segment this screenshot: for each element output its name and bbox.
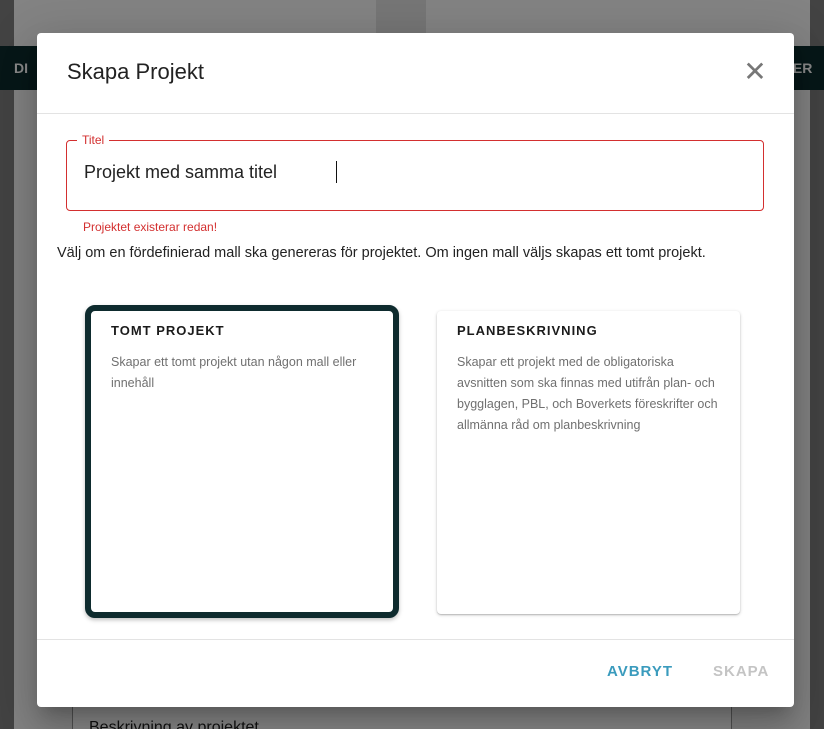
create-project-dialog: Skapa Projekt ✕ Titel Projektet existera… (37, 33, 794, 707)
dialog-header: Skapa Projekt ✕ (37, 33, 794, 114)
template-card-description: Skapar ett tomt projekt utan någon mall … (111, 355, 357, 390)
title-field-label: Titel (77, 133, 110, 147)
cancel-button[interactable]: AVBRYT (607, 663, 673, 680)
template-card-title: PLANBESKRIVNING (457, 323, 598, 338)
template-card-description: Skapar ett projekt med de obligatoriska … (457, 355, 718, 432)
template-card-title: TOMT PROJEKT (111, 323, 225, 338)
text-cursor (336, 161, 337, 183)
title-input[interactable] (84, 162, 744, 183)
close-icon[interactable]: ✕ (740, 57, 770, 87)
template-card-planbeskrivning[interactable]: PLANBESKRIVNING Skapar ett projekt med d… (437, 311, 740, 614)
dialog-title: Skapa Projekt (67, 59, 204, 84)
template-card-empty-project[interactable]: TOMT PROJEKT Skapar ett tomt projekt uta… (85, 305, 399, 618)
create-button[interactable]: SKAPA (713, 663, 769, 680)
title-field[interactable]: Titel (66, 133, 764, 211)
title-error-message: Projektet existerar redan! (83, 220, 218, 234)
dialog-actions: AVBRYT SKAPA (37, 639, 794, 707)
template-description: Välj om en fördefinierad mall ska genere… (57, 245, 706, 261)
